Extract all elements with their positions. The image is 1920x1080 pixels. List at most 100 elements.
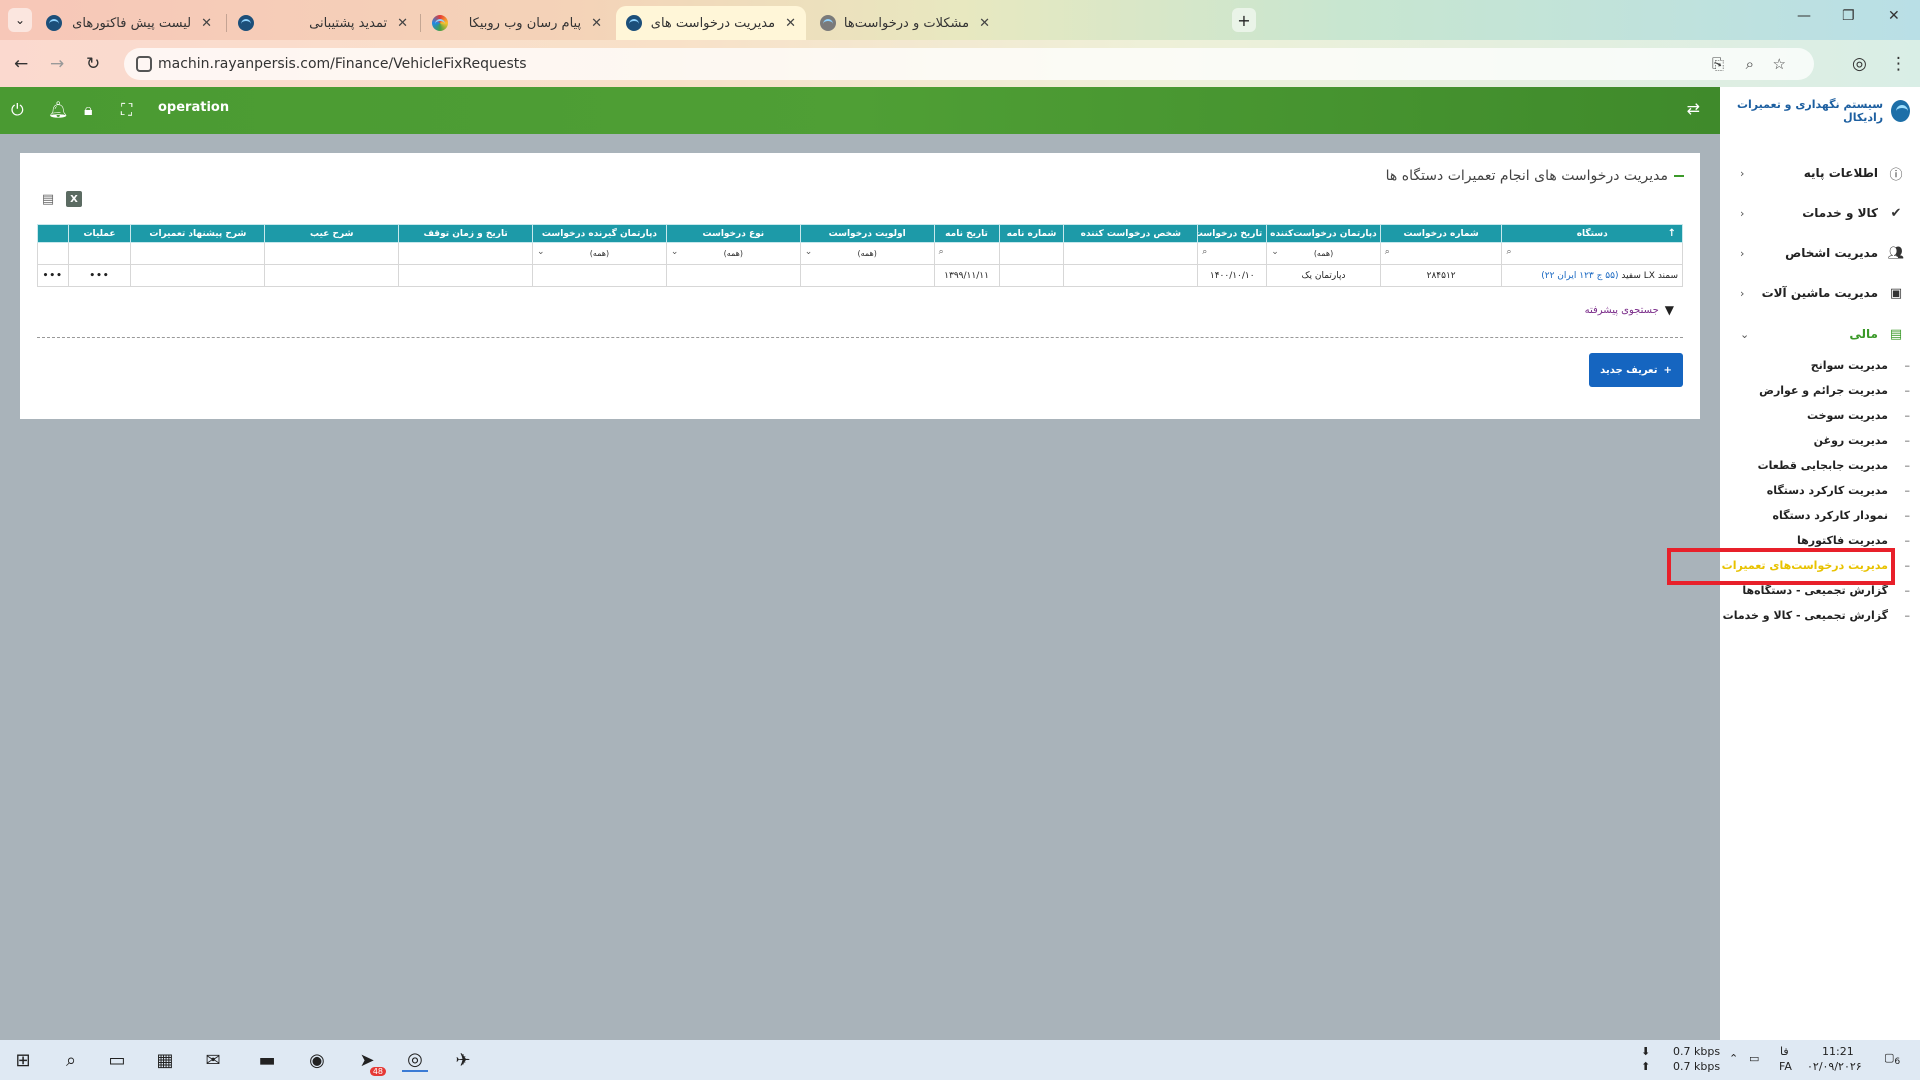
bell-icon[interactable]: 🔔︎	[48, 100, 68, 119]
close-tab-icon[interactable]: ✕	[591, 16, 602, 31]
filter-requester[interactable]	[1063, 242, 1199, 265]
notification-icon[interactable]: ▢6	[1884, 1051, 1900, 1067]
file-explorer-icon[interactable]: ▬	[254, 1048, 280, 1072]
brand[interactable]: سیستم نگهداری و تعمیرات رادیکال	[1720, 87, 1920, 134]
add-new-button[interactable]: + تعریف جدید	[1589, 353, 1683, 387]
col-repair-suggestion[interactable]: شرح پیشنهاد تعمیرات	[130, 224, 266, 243]
close-tab-icon[interactable]: ✕	[785, 16, 796, 31]
row-operations-button[interactable]: •••	[67, 264, 132, 287]
submenu-fines[interactable]: – مدیریت جرائم و عوارض	[1720, 378, 1920, 403]
fullscreen-icon[interactable]: ⛶	[121, 100, 132, 120]
submenu-oil[interactable]: – مدیریت روغن	[1720, 428, 1920, 453]
sidebar-item-machinery[interactable]: ▣ مدیریت ماشین آلات ‹	[1720, 273, 1920, 313]
submenu-device-usage[interactable]: – مدیریت کارکرد دستگاه	[1720, 478, 1920, 503]
language-code[interactable]: FA	[1779, 1060, 1792, 1073]
sidebar-toggle-icon[interactable]: ⇄	[1687, 99, 1700, 118]
col-priority[interactable]: اولویت درخواست	[799, 224, 935, 243]
address-bar[interactable]: machin.rayanpersis.com/Finance/VehicleFi…	[124, 48, 1814, 80]
mail-icon[interactable]: ✉	[200, 1048, 226, 1072]
col-requester[interactable]: شخص درخواست کننده	[1063, 224, 1199, 243]
col-device[interactable]: دستگاه ↑	[1501, 224, 1683, 243]
browser-tab-5[interactable]: مشکلات و درخواست‌ها - ŒÛ¤Ø ✕	[810, 6, 1000, 40]
bookmark-star-icon[interactable]: ☆	[1773, 55, 1786, 73]
submenu-usage-chart[interactable]: – نمودار کارکرد دستگاه	[1720, 503, 1920, 528]
col-department[interactable]: دپارتمان درخواست‌کننده	[1266, 224, 1381, 243]
profile-icon[interactable]: ◎	[1852, 54, 1867, 74]
submenu-fuel[interactable]: – مدیریت سوخت	[1720, 403, 1920, 428]
url-text[interactable]: machin.rayanpersis.com/Finance/VehicleFi…	[158, 56, 527, 72]
new-tab-button[interactable]: +	[1232, 8, 1256, 32]
advanced-search-link[interactable]: ▼ جستجوی پیشرفته	[1585, 303, 1674, 317]
tab-search-dropdown[interactable]: ⌄	[8, 8, 32, 32]
submenu-parts-transfer[interactable]: – مدیریت جابجایی قطعات	[1720, 453, 1920, 478]
repair-requests-table: دستگاه ↑ شماره درخواست دپارتمان درخواست‌ک…	[37, 224, 1683, 287]
chrome-icon[interactable]: ◎	[402, 1048, 428, 1072]
filter-repair-suggestion[interactable]	[130, 242, 266, 265]
filter-request-date[interactable]: ⌕	[1197, 242, 1268, 265]
divider	[37, 337, 1683, 338]
site-info-icon[interactable]	[136, 56, 152, 72]
filter-fault-description[interactable]	[264, 242, 400, 265]
filter-letter-no[interactable]	[998, 242, 1065, 265]
filter-letter-date[interactable]: ⌕	[933, 242, 1000, 265]
forward-arrow-icon[interactable]: →	[50, 54, 64, 74]
close-tab-icon[interactable]: ✕	[979, 16, 990, 31]
browser-tab-2[interactable]: تمدید پشتیبانی ✕	[228, 6, 418, 40]
lock-icon[interactable]: 🔒︎	[84, 100, 93, 120]
column-chooser-icon[interactable]: ▤	[40, 191, 56, 207]
power-icon[interactable]: ⏻	[11, 100, 24, 120]
browser-tab-4-active[interactable]: مدیریت درخواست های انجام تعم... ✕	[616, 6, 806, 40]
tray-expand-icon[interactable]: ⌃	[1729, 1052, 1738, 1065]
submenu-accidents[interactable]: – مدیریت سوانح	[1720, 353, 1920, 378]
language-indicator[interactable]: فا	[1780, 1045, 1789, 1058]
col-request-date[interactable]: تاریخ درخواست	[1197, 224, 1268, 243]
col-letter-no[interactable]: شماره نامه	[998, 224, 1065, 243]
filter-receiver-department[interactable]: (همه) ⌄	[532, 242, 667, 265]
filter-priority[interactable]: (همه) ⌄	[799, 242, 935, 265]
row-more-button[interactable]: •••	[37, 264, 69, 287]
col-type[interactable]: نوع درخواست	[665, 224, 801, 243]
username-label[interactable]: operation	[158, 100, 229, 115]
excel-export-icon[interactable]: X	[66, 191, 82, 207]
submenu-report-goods[interactable]: – گزارش تجمیعی - کالا و خدمات	[1720, 603, 1920, 628]
col-operations: عملیات	[67, 224, 132, 243]
network-icon[interactable]: ▭	[1749, 1052, 1759, 1065]
close-tab-icon[interactable]: ✕	[397, 16, 408, 31]
clock-date[interactable]: ۰۲/۰۹/۲۰۲۶	[1807, 1060, 1862, 1073]
col-request-no[interactable]: شماره درخواست	[1379, 224, 1503, 243]
filter-request-no[interactable]: ⌕	[1379, 242, 1503, 265]
sidebar-item-finance[interactable]: ▤ مالی ⌄	[1720, 314, 1920, 354]
filter-device[interactable]: ⌕	[1501, 242, 1683, 265]
browser-menu-icon[interactable]: ⋮	[1890, 54, 1907, 74]
sort-up-icon[interactable]: ↑	[1668, 228, 1676, 239]
col-letter-date[interactable]: تاریخ نامه	[933, 224, 1000, 243]
sidebar-item-goods-services[interactable]: ✔ کالا و خدمات ‹	[1720, 193, 1920, 233]
windows-start-icon[interactable]: ⊞	[10, 1048, 36, 1072]
col-receiver-department[interactable]: دپارتمان گیرنده درخواست	[532, 224, 667, 243]
reload-icon[interactable]: ↻	[86, 54, 100, 74]
firefox-icon[interactable]: ◉	[304, 1048, 330, 1072]
table-row[interactable]: سمند LX سفید (۵۵ ج ۱۲۳ ایران ۲۲) ۲۸۴۵۱۲ …	[37, 264, 1683, 287]
col-stop-datetime[interactable]: تاریخ و زمان توقف	[398, 224, 534, 243]
zoom-icon[interactable]: ⌕	[1746, 55, 1754, 73]
app-icon[interactable]: ✈	[450, 1048, 476, 1072]
minimize-window-icon[interactable]: —	[1797, 8, 1811, 24]
close-tab-icon[interactable]: ✕	[201, 16, 212, 31]
translate-icon[interactable]: ⎘	[1712, 55, 1724, 73]
clock-time[interactable]: 11:21	[1822, 1045, 1854, 1058]
filter-department[interactable]: (همه) ⌄	[1266, 242, 1381, 265]
sidebar-item-basic-info[interactable]: ⓘ اطلاعات پایه ‹	[1720, 153, 1920, 193]
filter-stop-datetime[interactable]	[398, 242, 534, 265]
telegram-icon[interactable]: ➤ 48	[354, 1048, 386, 1076]
browser-tab-3[interactable]: پیام رسان وب روبیکا ✕	[422, 6, 612, 40]
col-fault-description[interactable]: شرح عیب	[264, 224, 400, 243]
back-arrow-icon[interactable]: ←	[14, 54, 28, 74]
search-icon[interactable]: ⌕	[58, 1048, 84, 1072]
browser-tab-1[interactable]: لیست پیش فاکتورهای فروش ✕	[36, 6, 222, 40]
task-view-icon[interactable]: ▭	[104, 1048, 130, 1072]
close-window-icon[interactable]: ✕	[1888, 8, 1900, 24]
filter-type[interactable]: (همه) ⌄	[665, 242, 801, 265]
sidebar-item-people[interactable]: 👥︎ مدیریت اشخاص ‹	[1720, 233, 1920, 273]
restore-window-icon[interactable]: ❐	[1842, 8, 1855, 24]
store-icon[interactable]: ▦	[152, 1048, 178, 1072]
